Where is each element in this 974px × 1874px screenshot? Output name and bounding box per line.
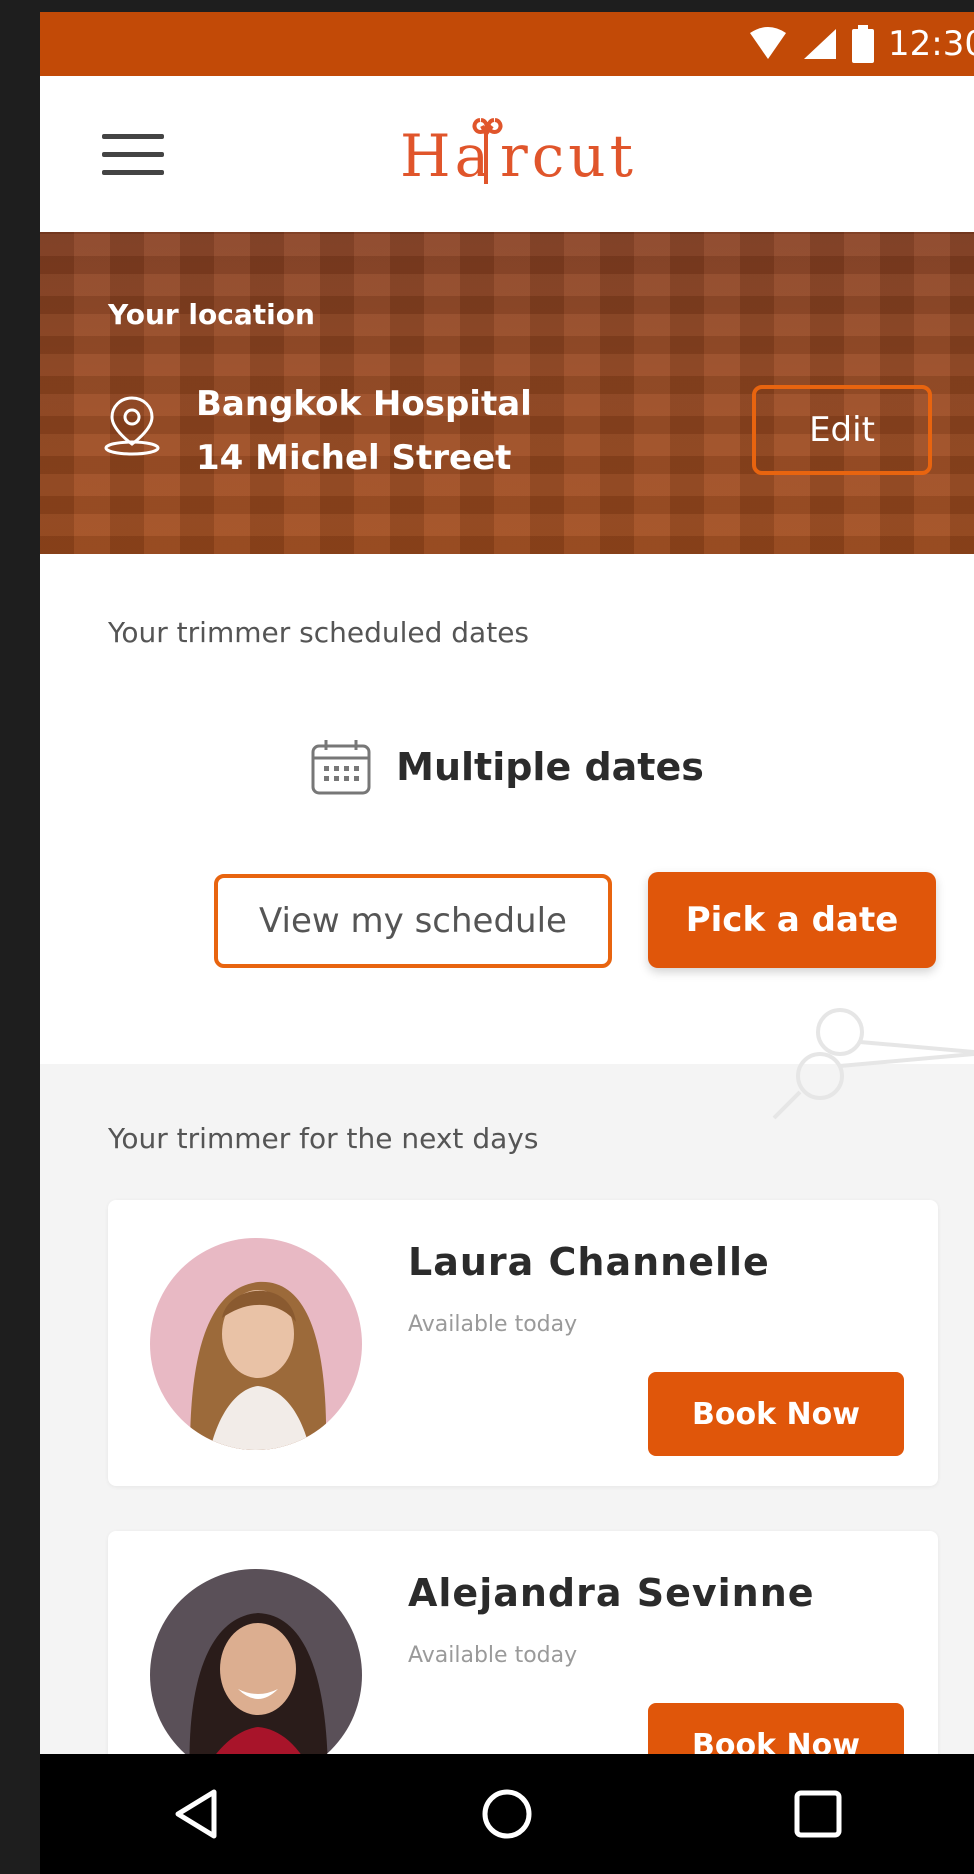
app-logo: Ha rcut [400, 106, 660, 202]
wifi-icon [750, 27, 787, 59]
location-pin-icon [104, 396, 160, 456]
location-name: Bangkok Hospital [196, 384, 532, 424]
trimmer-availability: Available today [408, 1312, 578, 1337]
status-time: 12:30 [888, 24, 974, 64]
recents-icon[interactable] [773, 1769, 863, 1859]
trimmer-name: Alejandra Sevinne [408, 1571, 815, 1615]
avatar [150, 1238, 362, 1450]
trimmer-availability: Available today [408, 1643, 578, 1668]
pick-date-button[interactable]: Pick a date [648, 872, 936, 968]
view-schedule-button[interactable]: View my schedule [214, 874, 612, 968]
trimmer-name: Laura Channelle [408, 1240, 770, 1284]
trimmers-label: Your trimmer for the next days [108, 1122, 539, 1155]
home-icon[interactable] [462, 1769, 552, 1859]
system-nav-bar [40, 1754, 974, 1874]
scissors-icon [772, 1008, 974, 1120]
book-now-button[interactable]: Book Now [648, 1372, 904, 1456]
trimmer-card: Laura Channelle Available today Book Now [108, 1200, 938, 1486]
calendar-icon [311, 740, 371, 795]
location-label: Your location [108, 298, 315, 331]
schedule-value: Multiple dates [396, 745, 704, 789]
location-banner: Your location Bangkok Hospital 14 Michel… [40, 232, 974, 554]
battery-icon [852, 25, 875, 63]
haircut-logo-icon: Ha rcut [400, 118, 637, 190]
app-bar: Ha rcut [40, 76, 974, 232]
back-icon[interactable] [151, 1769, 241, 1859]
edit-location-button[interactable]: Edit [752, 385, 932, 475]
signal-icon [804, 29, 837, 59]
schedule-summary: Multiple dates [40, 732, 974, 802]
avatar [150, 1569, 362, 1781]
menu-icon[interactable] [102, 130, 164, 178]
schedule-label: Your trimmer scheduled dates [108, 616, 530, 649]
phone-screen: 12:30 Ha rcut Your location Bangkok Hosp… [40, 12, 974, 1874]
status-bar: 12:30 [40, 12, 974, 76]
location-street: 14 Michel Street [196, 438, 512, 478]
svg-text:rcut: rcut [500, 122, 637, 190]
